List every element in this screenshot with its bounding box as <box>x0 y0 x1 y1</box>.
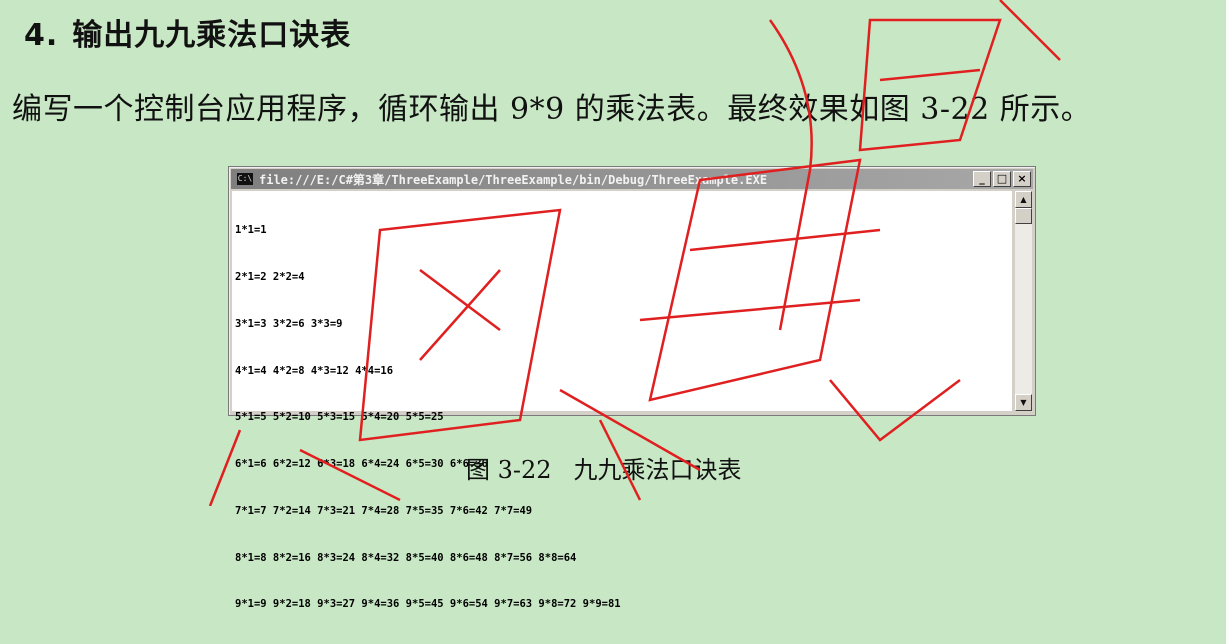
scroll-down-icon[interactable]: ▼ <box>1015 394 1032 411</box>
output-line: 8*1=8 8*2=16 8*3=24 8*4=32 8*5=40 8*6=48… <box>235 551 577 564</box>
vertical-scrollbar[interactable]: ▲ ▼ <box>1015 191 1032 411</box>
maximize-button[interactable]: □ <box>993 171 1011 187</box>
section-number: 4. <box>24 18 59 53</box>
console-titlebar[interactable]: C:\ file:///E:/C#第3章/ThreeExample/ThreeE… <box>231 169 1033 189</box>
scroll-thumb[interactable] <box>1015 208 1032 224</box>
figure-label: 图 3-22 <box>466 456 552 484</box>
task-description: 编写一个控制台应用程序，循环输出 9*9 的乘法表。最终效果如图 3-22 所示… <box>12 92 1092 127</box>
console-window: C:\ file:///E:/C#第3章/ThreeExample/ThreeE… <box>228 166 1036 610</box>
output-line: 5*1=5 5*2=10 5*3=15 5*4=20 5*5=25 <box>235 411 444 424</box>
minimize-button[interactable]: _ <box>973 171 991 187</box>
figure-title: 九九乘法口诀表 <box>573 456 742 484</box>
close-button[interactable]: × <box>1013 171 1031 187</box>
section-heading: 4. 输出九九乘法口诀表 <box>24 10 351 54</box>
section-title: 输出九九乘法口诀表 <box>72 18 352 53</box>
scroll-up-icon[interactable]: ▲ <box>1015 191 1032 208</box>
output-line: 2*1=2 2*2=4 <box>235 270 305 283</box>
output-line: 1*1=1 <box>235 224 267 237</box>
output-line: 3*1=3 3*2=6 3*3=9 <box>235 317 343 330</box>
output-line: 7*1=7 7*2=14 7*3=21 7*4=28 7*5=35 7*6=42… <box>235 504 533 517</box>
output-line: 9*1=9 9*2=18 9*3=27 9*4=36 9*5=45 9*6=54… <box>235 598 621 611</box>
console-output: 1*1=1 2*1=2 2*2=4 3*1=3 3*2=6 3*3=9 4*1=… <box>232 191 1012 610</box>
figure-caption: 图 3-22 九九乘法口诀表 <box>466 450 742 485</box>
window-controls: _ □ × <box>973 171 1031 187</box>
console-app-icon: C:\ <box>237 173 253 185</box>
console-title: file:///E:/C#第3章/ThreeExample/ThreeExamp… <box>259 172 768 187</box>
output-line: 4*1=4 4*2=8 4*3=12 4*4=16 <box>235 364 394 377</box>
